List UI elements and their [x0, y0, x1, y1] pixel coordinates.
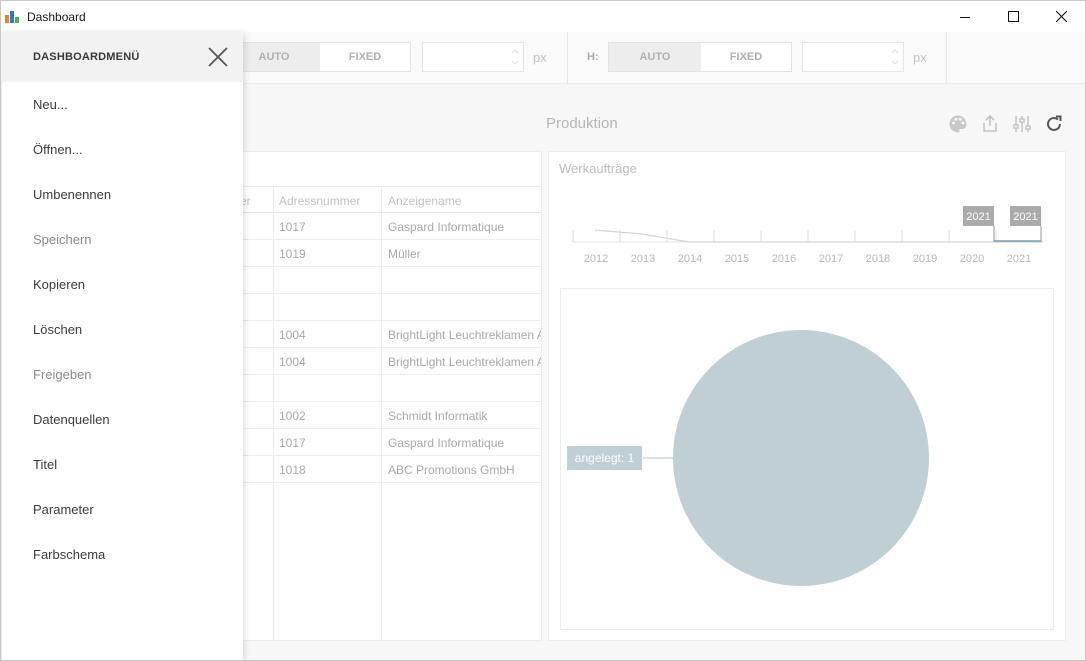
dashboard-menu: DASHBOARDMENÜ Neu... Öffnen... Umbenenne…	[2, 32, 243, 660]
maximize-button[interactable]	[989, 1, 1037, 32]
pie-slice[interactable]	[673, 330, 929, 586]
dashboard-actions	[947, 113, 1065, 135]
window-title: Dashboard	[27, 9, 86, 24]
app-window: Dashboard AUTO FIXED px H: AUTO FIXED px…	[0, 0, 1086, 661]
address-grid: er Adressnummer Anzeigename 1017 Gaspard…	[237, 151, 542, 641]
height-auto-option[interactable]: AUTO	[609, 43, 701, 71]
height-label: H:	[587, 51, 599, 63]
menu-item-data-sources[interactable]: Datenquellen	[33, 412, 110, 427]
menu-title: DASHBOARDMENÜ	[33, 51, 140, 63]
table-row[interactable]: 1004 BrightLight Leuchtreklamen A	[238, 348, 541, 375]
range-tick-label: 2014	[678, 253, 702, 265]
menu-item-rename[interactable]: Umbenennen	[33, 187, 111, 202]
menu-item-share[interactable]: Freigeben	[33, 367, 92, 382]
table-row[interactable]: 1019 Müller	[238, 240, 541, 267]
menu-item-parameters[interactable]: Parameter	[33, 502, 94, 517]
range-tick-label: 2013	[631, 253, 655, 265]
menu-item-copy[interactable]: Kopieren	[33, 277, 85, 292]
range-tick-label: 2016	[772, 253, 796, 265]
width-unit-label: px	[533, 50, 547, 65]
range-tick-label: 2021	[1007, 253, 1031, 265]
maximize-icon	[1007, 11, 1019, 22]
menu-header: DASHBOARDMENÜ	[2, 32, 243, 82]
close-icon	[1055, 11, 1067, 22]
table-row[interactable]: 1017 Gaspard Informatique	[238, 213, 541, 240]
pie-label: angelegt: 1	[575, 451, 635, 465]
app-logo-icon	[5, 9, 21, 25]
pie-chart[interactable]: angelegt: 1	[561, 289, 1053, 629]
chart-title: Werkaufträge	[559, 161, 637, 176]
title-bar: Dashboard	[1, 1, 1085, 32]
table-row[interactable]: 1018 ABC Promotions GmbH	[238, 456, 541, 483]
spinner-icon	[891, 49, 899, 65]
height-mode-toggle[interactable]: AUTO FIXED	[608, 42, 792, 72]
close-window-button[interactable]	[1037, 1, 1085, 32]
menu-item-open[interactable]: Öffnen...	[33, 142, 83, 157]
table-row[interactable]: 1002 Schmidt Informatik	[238, 402, 541, 429]
height-unit-label: px	[913, 50, 927, 65]
close-icon	[208, 47, 228, 67]
range-tick-label: 2017	[819, 253, 843, 265]
height-input[interactable]	[802, 42, 904, 72]
minimize-button[interactable]	[941, 1, 989, 32]
grid-column-header[interactable]: Adressnummer	[279, 194, 360, 208]
refresh-icon[interactable]	[1043, 113, 1065, 135]
grid-header: er Adressnummer Anzeigename	[238, 186, 541, 213]
close-menu-button[interactable]	[207, 46, 229, 68]
dashboard-title: Produktion	[546, 115, 618, 132]
menu-item-delete[interactable]: Löschen	[33, 322, 82, 337]
minimize-icon	[960, 16, 970, 18]
width-fixed-option[interactable]: FIXED	[320, 43, 410, 71]
menu-item-save[interactable]: Speichern	[33, 232, 92, 247]
table-row[interactable]: 1017 Gaspard Informatique	[238, 429, 541, 456]
spinner-icon	[511, 49, 519, 65]
export-icon[interactable]	[979, 113, 1001, 135]
menu-item-color-scheme[interactable]: Farbschema	[33, 547, 105, 562]
parameters-icon[interactable]	[1011, 113, 1033, 135]
werkauftraege-panel: Werkaufträge 2012 2013 2014 2015 2016 2017 201…	[548, 151, 1066, 641]
table-row[interactable]	[238, 375, 541, 402]
table-row[interactable]	[238, 267, 541, 294]
range-tick-label: 2019	[913, 253, 937, 265]
range-tick-label: 2012	[584, 253, 608, 265]
toolbar-divider	[567, 32, 568, 84]
grid-column-header[interactable]: Anzeigename	[388, 194, 461, 208]
range-handle-label: 2021	[966, 211, 990, 223]
range-tick-label: 2018	[866, 253, 890, 265]
range-tick-label: 2015	[725, 253, 749, 265]
toolbar-divider	[946, 32, 947, 84]
menu-item-title[interactable]: Titel	[33, 457, 57, 472]
width-input[interactable]	[422, 42, 524, 72]
table-row[interactable]	[238, 294, 541, 321]
range-handle-label: 2021	[1013, 211, 1037, 223]
height-fixed-option[interactable]: FIXED	[701, 43, 791, 71]
menu-item-new[interactable]: Neu...	[33, 97, 68, 112]
range-series-line	[594, 229, 1043, 243]
width-mode-toggle[interactable]: AUTO FIXED	[227, 42, 411, 72]
table-row[interactable]: 1004 BrightLight Leuchtreklamen A	[238, 321, 541, 348]
pie-chart-area: angelegt: 1	[560, 288, 1054, 630]
range-tick-label: 2020	[960, 253, 984, 265]
palette-icon[interactable]	[947, 113, 969, 135]
